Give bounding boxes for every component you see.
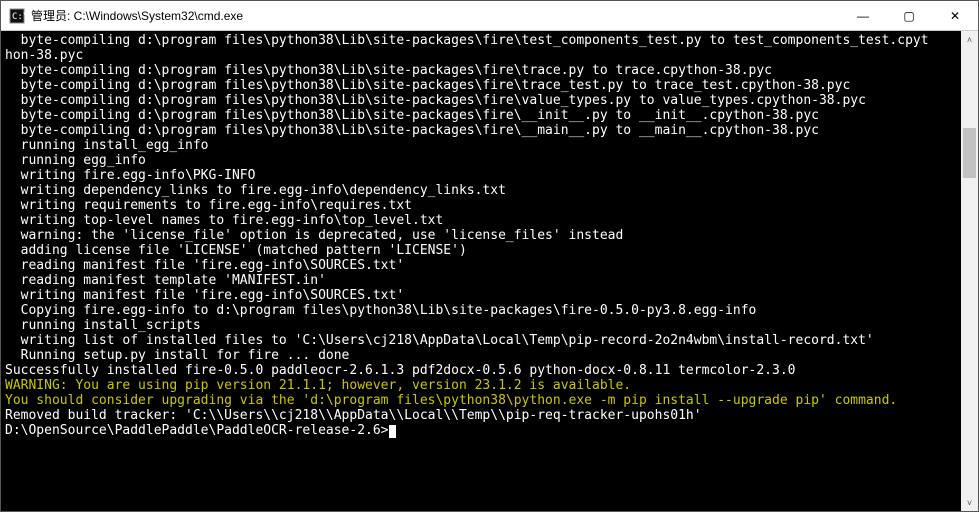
- client-area: byte-compiling d:\program files\python38…: [1, 31, 978, 511]
- close-icon: ✕: [950, 9, 960, 23]
- terminal-line: byte-compiling d:\program files\python38…: [5, 63, 961, 78]
- scroll-thumb[interactable]: [963, 128, 976, 178]
- terminal-line: writing top-level names to fire.egg-info…: [5, 213, 961, 228]
- minimize-icon: —: [857, 9, 869, 23]
- window-title: 管理员: C:\Windows\System32\cmd.exe: [31, 7, 243, 24]
- minimize-button[interactable]: —: [840, 1, 886, 31]
- close-button[interactable]: ✕: [932, 1, 978, 31]
- chevron-up-icon: ˄: [967, 35, 972, 45]
- maximize-icon: ▢: [903, 9, 914, 23]
- terminal-line: hon-38.pyc: [5, 48, 961, 63]
- terminal-line: You should consider upgrading via the 'd…: [5, 393, 961, 408]
- terminal-line: Successfully installed fire-0.5.0 paddle…: [5, 363, 961, 378]
- terminal-line: Copying fire.egg-info to d:\program file…: [5, 303, 961, 318]
- terminal-line: byte-compiling d:\program files\python38…: [5, 108, 961, 123]
- terminal-line: Removed build tracker: 'C:\\Users\\cj218…: [5, 408, 961, 423]
- vertical-scrollbar[interactable]: ˄ ˅: [961, 31, 978, 511]
- terminal-line: adding license file 'LICENSE' (matched p…: [5, 243, 961, 258]
- terminal-output[interactable]: byte-compiling d:\program files\python38…: [1, 31, 961, 511]
- terminal-line: Running setup.py install for fire ... do…: [5, 348, 961, 363]
- terminal-line: byte-compiling d:\program files\python38…: [5, 123, 961, 138]
- terminal-line: warning: the 'license_file' option is de…: [5, 228, 961, 243]
- terminal-line: writing requirements to fire.egg-info\re…: [5, 198, 961, 213]
- terminal-cursor: [389, 425, 396, 438]
- maximize-button[interactable]: ▢: [886, 1, 932, 31]
- terminal-line: writing list of installed files to 'C:\U…: [5, 333, 961, 348]
- terminal-line: writing manifest file 'fire.egg-info\SOU…: [5, 288, 961, 303]
- cmd-icon: C:\: [9, 8, 25, 24]
- scroll-up-button[interactable]: ˄: [961, 31, 978, 48]
- chevron-down-icon: ˅: [967, 498, 972, 508]
- cmd-window: C:\ 管理员: C:\Windows\System32\cmd.exe — ▢…: [0, 0, 979, 512]
- terminal-line: byte-compiling d:\program files\python38…: [5, 93, 961, 108]
- terminal-line: WARNING: You are using pip version 21.1.…: [5, 378, 961, 393]
- terminal-line: running install_egg_info: [5, 138, 961, 153]
- terminal-line: writing fire.egg-info\PKG-INFO: [5, 168, 961, 183]
- terminal-line: running egg_info: [5, 153, 961, 168]
- terminal-line: writing dependency_links to fire.egg-inf…: [5, 183, 961, 198]
- svg-text:C:\: C:\: [12, 12, 25, 22]
- terminal-line: byte-compiling d:\program files\python38…: [5, 33, 961, 48]
- terminal-line: reading manifest file 'fire.egg-info\SOU…: [5, 258, 961, 273]
- terminal-line: running install_scripts: [5, 318, 961, 333]
- scroll-down-button[interactable]: ˅: [961, 494, 978, 511]
- terminal-prompt: D:\OpenSource\PaddlePaddle\PaddleOCR-rel…: [5, 423, 389, 438]
- terminal-line: byte-compiling d:\program files\python38…: [5, 78, 961, 93]
- terminal-prompt-line[interactable]: D:\OpenSource\PaddlePaddle\PaddleOCR-rel…: [5, 423, 961, 438]
- terminal-line: reading manifest template 'MANIFEST.in': [5, 273, 961, 288]
- scroll-track[interactable]: [961, 48, 978, 494]
- titlebar[interactable]: C:\ 管理员: C:\Windows\System32\cmd.exe — ▢…: [1, 1, 978, 31]
